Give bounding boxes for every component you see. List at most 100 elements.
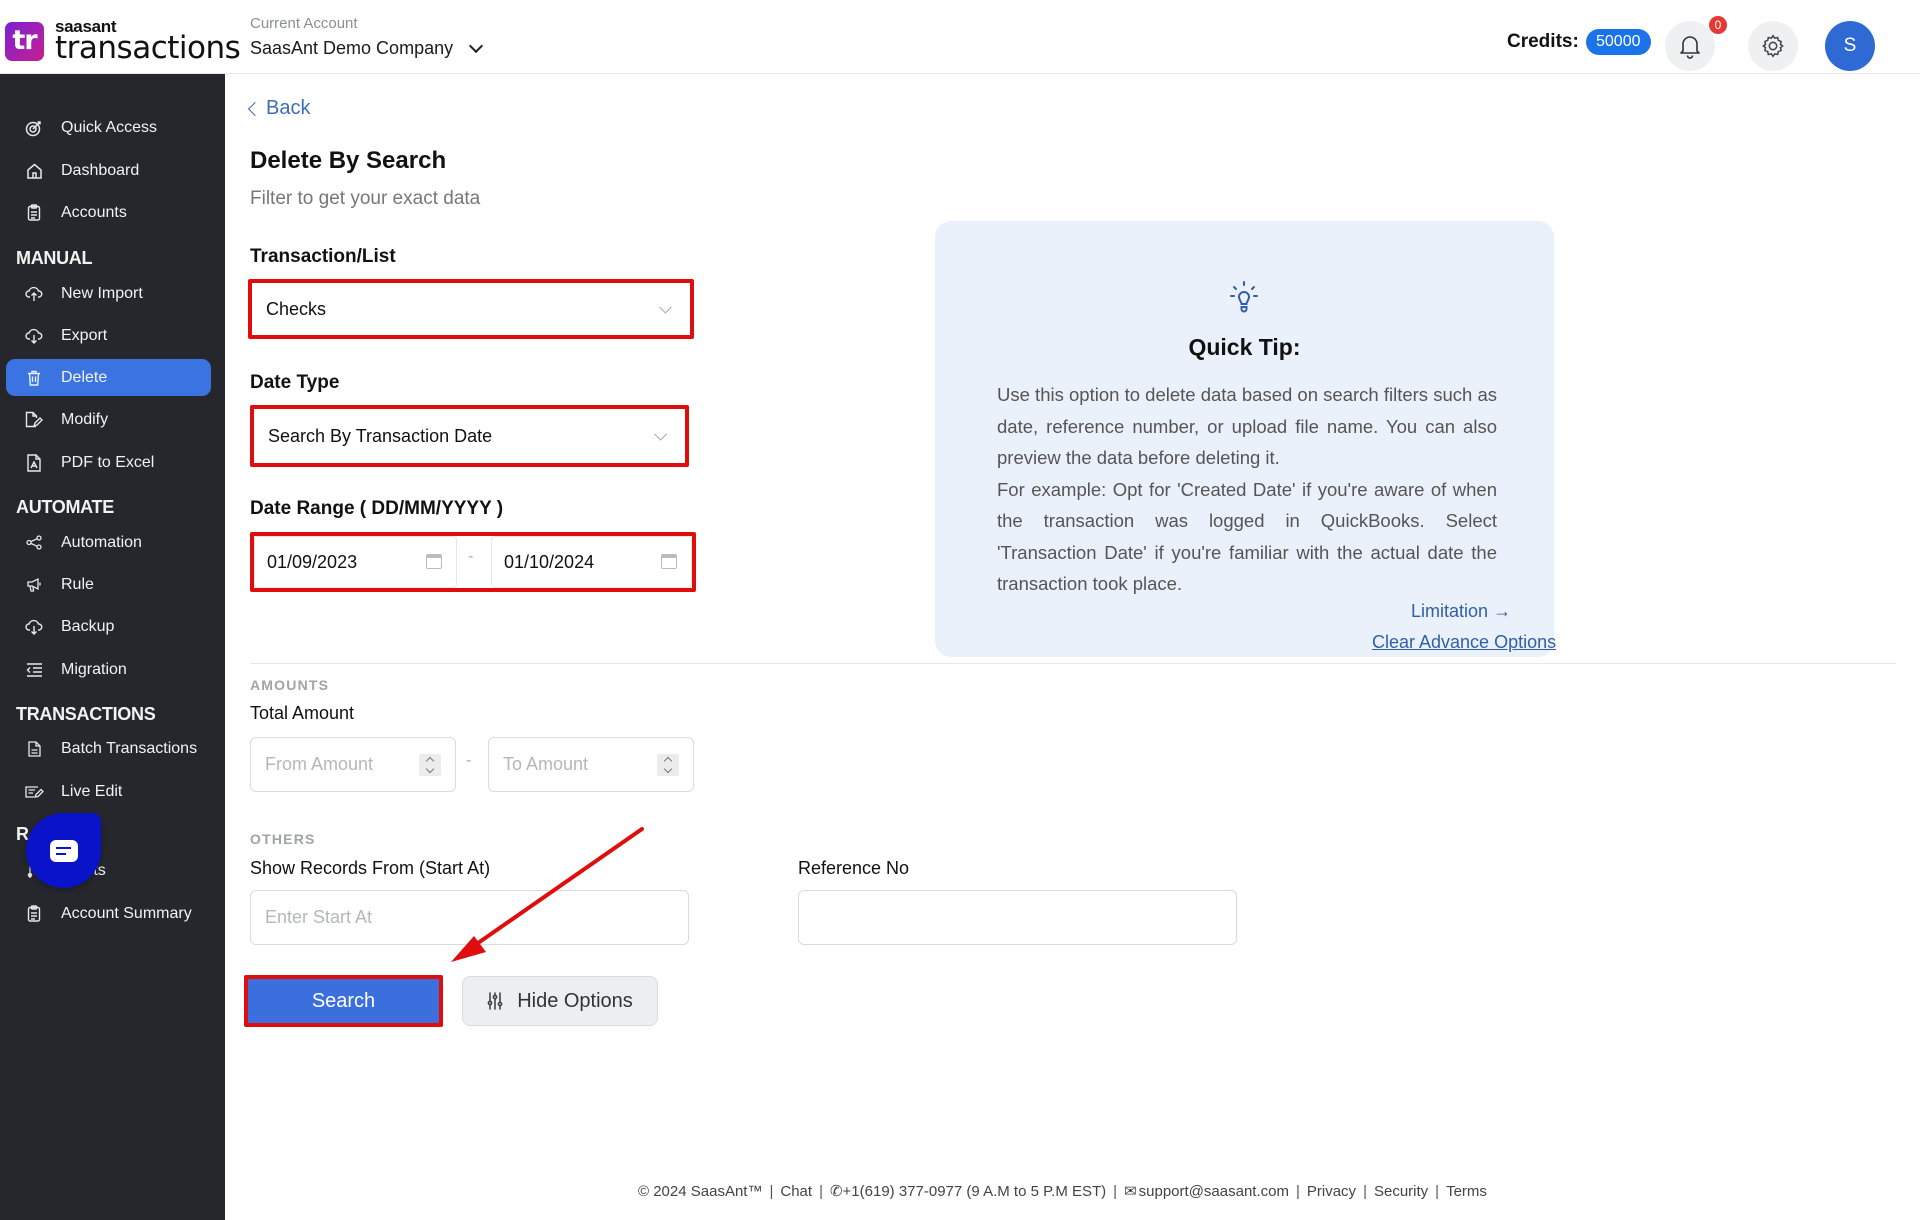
user-avatar[interactable]: S xyxy=(1825,21,1875,71)
sidebar-item-migration[interactable]: Migration xyxy=(6,651,211,688)
sidebar-item-quick-access[interactable]: Quick Access xyxy=(6,109,211,146)
arrow-right-icon: → xyxy=(1493,601,1512,621)
sidebar-item-label: Quick Access xyxy=(61,118,158,136)
sidebar-item-modify[interactable]: Modify xyxy=(6,401,211,438)
chevron-down-icon xyxy=(469,38,484,54)
sidebar-item-pdf-to-excel[interactable]: PDF to Excel xyxy=(6,444,211,481)
sidebar-item-label: Rule xyxy=(61,575,94,593)
reference-no-input[interactable] xyxy=(798,890,1237,945)
from-amount-input[interactable]: From Amount xyxy=(250,737,456,792)
from-amount-placeholder: From Amount xyxy=(265,754,374,774)
clear-advance-options-link[interactable]: Clear Advance Options xyxy=(1372,632,1556,653)
footer-privacy-link[interactable]: Privacy xyxy=(1307,1183,1356,1200)
notifications-button[interactable] xyxy=(1665,21,1715,71)
sidebar-item-delete[interactable]: Delete xyxy=(6,359,211,396)
pdf-file-icon xyxy=(24,453,44,473)
document-icon xyxy=(24,739,44,759)
to-amount-input[interactable]: To Amount xyxy=(488,737,694,792)
sidebar-item-backup[interactable]: Backup xyxy=(6,608,211,645)
amount-range-separator: - xyxy=(466,752,472,769)
footer-phone[interactable]: +1(619) 377-0977 (9 A.M to 5 P.M EST) xyxy=(843,1183,1107,1200)
footer-separator: | xyxy=(1295,1182,1300,1200)
sidebar-item-accounts[interactable]: Accounts xyxy=(6,194,211,231)
target-icon xyxy=(24,118,44,138)
date-to-value: 01/10/2024 xyxy=(504,551,595,572)
footer-security-link[interactable]: Security xyxy=(1374,1183,1428,1200)
notification-count-badge: 0 xyxy=(1709,16,1727,34)
sidebar-item-rule[interactable]: Rule xyxy=(6,566,211,603)
date-to-input[interactable]: 01/10/2024 xyxy=(491,536,692,588)
limitation-link-label: Limitation xyxy=(1411,601,1489,621)
footer-email-link[interactable]: support@saasant.com xyxy=(1139,1183,1289,1200)
number-stepper[interactable] xyxy=(419,754,441,776)
sliders-icon xyxy=(487,992,503,1010)
sidebar-item-label: Modify xyxy=(61,410,109,428)
transaction-list-label: Transaction/List xyxy=(250,246,396,267)
chevron-down-icon xyxy=(654,427,667,441)
clipboard-icon xyxy=(24,203,44,223)
pencil-box-icon xyxy=(24,782,44,802)
footer-terms-link[interactable]: Terms xyxy=(1446,1183,1487,1200)
sidebar-item-label: Migration xyxy=(61,660,127,678)
sidebar-item-new-import[interactable]: New Import xyxy=(6,275,211,312)
date-range-label: Date Range ( DD/MM/YYYY ) xyxy=(250,498,504,519)
back-label: Back xyxy=(266,97,311,119)
footer-separator: | xyxy=(1113,1182,1118,1200)
page-title: Delete By Search xyxy=(250,147,447,174)
quick-tip-body: Use this option to delete data based on … xyxy=(997,379,1497,600)
file-edit-icon xyxy=(24,410,44,430)
credits-badge: 50000 xyxy=(1586,29,1651,55)
page-footer: © 2024 SaasAnt™ | Chat | ✆ +1(619) 377-0… xyxy=(638,1182,1487,1201)
date-from-input[interactable]: 01/09/2023 xyxy=(254,536,457,588)
share-nodes-icon xyxy=(24,533,44,553)
mail-icon: ✉ xyxy=(1124,1183,1137,1200)
footer-copyright: © 2024 SaasAnt™ xyxy=(638,1182,763,1200)
start-at-input[interactable]: Enter Start At xyxy=(250,890,689,945)
hide-options-button[interactable]: Hide Options xyxy=(462,976,658,1026)
date-range-separator: - xyxy=(468,548,474,565)
home-icon xyxy=(24,161,44,181)
total-amount-label: Total Amount xyxy=(250,703,355,723)
chevron-down-icon xyxy=(659,300,672,314)
chat-widget-button[interactable] xyxy=(26,813,101,888)
footer-chat-link[interactable]: Chat xyxy=(780,1183,812,1200)
settings-button[interactable] xyxy=(1748,21,1798,71)
calendar-icon xyxy=(661,554,677,569)
app-logo[interactable]: tr saasant transactions xyxy=(5,18,241,66)
date-type-select[interactable]: Search By Transaction Date xyxy=(250,405,689,467)
footer-separator: | xyxy=(1435,1182,1440,1200)
chevron-down-icon xyxy=(663,764,673,774)
sidebar-item-dashboard[interactable]: Dashboard xyxy=(6,152,211,189)
cloud-download-icon xyxy=(24,617,44,637)
search-button[interactable]: Search xyxy=(244,975,443,1027)
sidebar-item-automation[interactable]: Automation xyxy=(6,524,211,561)
sidebar-item-label: Accounts xyxy=(61,203,127,221)
sidebar-item-export[interactable]: Export xyxy=(6,317,211,354)
transaction-list-select[interactable]: Checks xyxy=(248,279,694,339)
sidebar: Quick Access Dashboard Accounts MANUAL N… xyxy=(0,74,225,1220)
start-at-label: Show Records From (Start At) xyxy=(250,858,491,878)
chevron-down-icon xyxy=(425,764,435,774)
trash-icon xyxy=(24,368,44,388)
sidebar-item-label: PDF to Excel xyxy=(61,453,155,471)
limitation-link[interactable]: Limitation → xyxy=(1411,601,1511,622)
sidebar-item-batch-transactions[interactable]: Batch Transactions xyxy=(6,730,211,767)
date-from-value: 01/09/2023 xyxy=(267,551,358,572)
start-at-placeholder: Enter Start At xyxy=(265,907,373,927)
section-heading-automate: AUTOMATE xyxy=(16,497,114,517)
sidebar-item-label: Automation xyxy=(61,533,142,551)
sidebar-item-label: New Import xyxy=(61,284,143,302)
transaction-list-value: Checks xyxy=(266,298,327,319)
sidebar-item-live-edit[interactable]: Live Edit xyxy=(6,773,211,810)
hide-options-label: Hide Options xyxy=(517,989,633,1012)
chevron-left-icon xyxy=(247,101,263,116)
sidebar-item-account-summary[interactable]: Account Summary xyxy=(6,895,211,932)
number-stepper[interactable] xyxy=(657,754,679,776)
sidebar-item-label: Delete xyxy=(61,368,108,386)
back-link[interactable]: Back xyxy=(247,97,311,120)
sidebar-item-label: Batch Transactions xyxy=(61,739,198,757)
account-dropdown[interactable]: SaasAnt Demo Company xyxy=(250,38,484,59)
logo-product: transactions xyxy=(55,30,241,66)
quick-tip-paragraph: Use this option to delete data based on … xyxy=(997,384,1497,468)
page-subtitle: Filter to get your exact data xyxy=(250,188,481,209)
